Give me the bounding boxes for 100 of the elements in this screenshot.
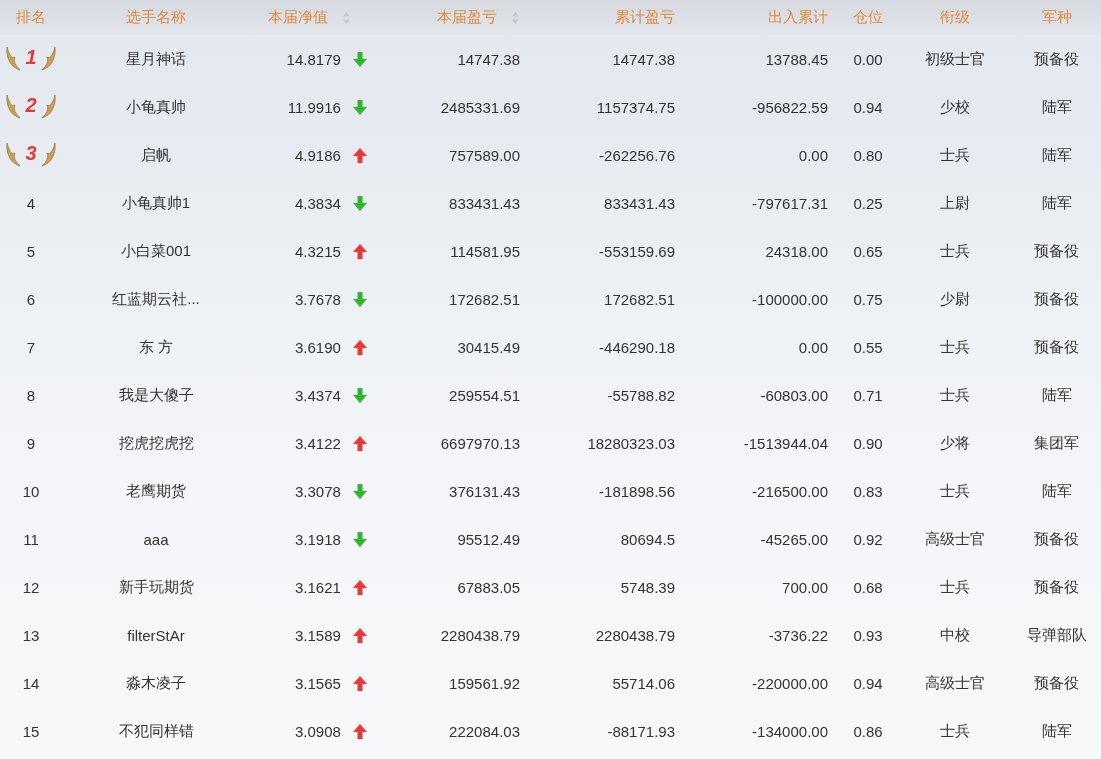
table-cell: 159561.92 — [449, 674, 520, 692]
table-cell: 少将 — [940, 433, 970, 451]
table-cell: 0.86 — [853, 722, 883, 740]
table-cell: 预备役 — [1034, 49, 1079, 67]
table-cell: -220000.00 — [752, 674, 828, 692]
column-header: 衔级 — [940, 8, 970, 25]
player-name: 小龟真帅1 — [121, 193, 191, 211]
table-cell: 士兵 — [940, 577, 970, 595]
table-cell: 陆军 — [1041, 385, 1072, 403]
table-cell: 757589.00 — [449, 146, 520, 164]
table-cell: 0.55 — [853, 338, 883, 356]
table-cell: 预备役 — [1034, 673, 1079, 691]
table-cell: 5748.39 — [620, 578, 675, 596]
rank-number: 6 — [26, 290, 36, 308]
table-cell: 上尉 — [940, 193, 970, 211]
player-name: 小白菜001 — [121, 241, 191, 259]
rank-number: 13 — [22, 626, 40, 644]
table-cell: 2280438.79 — [595, 626, 675, 644]
rank-number: 3 — [25, 142, 37, 165]
player-name: 挖虎挖虎挖 — [118, 433, 194, 451]
net-value: 4.3834 — [294, 194, 341, 212]
table-cell: 士兵 — [940, 481, 970, 499]
net-value: 3.7678 — [294, 290, 341, 308]
table-cell: 集团军 — [1034, 433, 1079, 451]
table-cell: 陆军 — [1041, 193, 1072, 211]
table-cell: 预备役 — [1034, 337, 1079, 355]
table-cell: 700.00 — [782, 578, 828, 596]
table-cell: 222084.03 — [449, 722, 520, 740]
net-value: 3.3078 — [294, 482, 341, 500]
table-cell: 初级士官 — [925, 49, 985, 67]
table-cell: 0.93 — [853, 626, 883, 644]
table-cell: -60803.00 — [760, 386, 828, 404]
table-cell: -216500.00 — [752, 482, 828, 500]
sort-icon[interactable] — [511, 11, 520, 26]
table-cell: 0.94 — [853, 674, 883, 692]
table-cell: 高级士官 — [925, 529, 985, 547]
table-cell: 14747.38 — [612, 50, 675, 68]
table-cell: 833431.43 — [449, 194, 520, 212]
table-cell: 80694.5 — [620, 530, 675, 548]
table-cell: 0.80 — [853, 146, 883, 164]
table-cell: 0.25 — [853, 194, 883, 212]
table-cell: -262256.76 — [599, 146, 675, 164]
table-cell: 2280438.79 — [440, 626, 520, 644]
table-cell: 114581.95 — [450, 242, 520, 260]
player-name: aaa — [143, 530, 169, 548]
table-cell: 67883.05 — [457, 578, 520, 596]
table-cell: 预备役 — [1034, 529, 1079, 547]
table-cell: 376131.43 — [449, 482, 520, 500]
table-cell: 预备役 — [1034, 241, 1079, 259]
table-cell: -553159.69 — [599, 242, 675, 260]
table-cell: 1157374.75 — [596, 98, 675, 116]
wing-icon — [40, 44, 57, 71]
rank-number: 7 — [26, 338, 36, 356]
table-cell: 士兵 — [940, 337, 970, 355]
rank-number: 2 — [25, 94, 37, 117]
net-value: 3.4374 — [294, 386, 341, 404]
player-name: 小龟真帅 — [126, 97, 186, 115]
table-cell: -3736.22 — [768, 626, 828, 644]
player-name: 淼木凌子 — [126, 673, 186, 691]
player-name: 星月神话 — [126, 49, 186, 67]
wing-icon — [40, 140, 57, 167]
table-cell: 士兵 — [940, 241, 970, 259]
player-name: 新手玩期货 — [118, 577, 194, 595]
table-cell: 172682.51 — [604, 290, 675, 308]
net-value: 11.9916 — [287, 98, 341, 116]
sort-icon[interactable] — [342, 11, 351, 26]
table-cell: -100000.00 — [752, 290, 828, 308]
table-cell: 0.65 — [853, 242, 883, 260]
player-name: 不犯同样错 — [118, 721, 194, 739]
table-cell: 0.83 — [853, 482, 883, 500]
rank-number: 14 — [22, 674, 40, 692]
table-cell: 士兵 — [940, 385, 970, 403]
rank-number: 8 — [26, 386, 36, 404]
table-cell: -88171.93 — [607, 722, 675, 740]
rank-number: 11 — [23, 530, 39, 548]
table-cell: -797617.31 — [752, 194, 828, 212]
table-cell: 陆军 — [1041, 481, 1072, 499]
net-value: 3.4122 — [294, 434, 341, 452]
table-cell: 18280323.03 — [587, 434, 675, 452]
rank-number: 5 — [26, 242, 36, 260]
table-cell: 预备役 — [1034, 577, 1079, 595]
net-value: 14.8179 — [286, 50, 341, 68]
table-cell: 导弹部队 — [1026, 625, 1087, 643]
table-cell: 30415.49 — [457, 338, 520, 356]
table-cell: 0.68 — [853, 578, 883, 596]
table-cell: 少尉 — [940, 289, 970, 307]
table-cell: 士兵 — [940, 145, 970, 163]
wing-icon — [5, 92, 22, 119]
net-value: 3.1565 — [294, 674, 341, 692]
table-cell: 0.71 — [853, 386, 883, 404]
column-header: 累计盈亏 — [615, 8, 675, 25]
net-value: 3.1589 — [294, 626, 341, 644]
column-header: 军种 — [1041, 8, 1072, 25]
player-name: 我是大傻子 — [118, 385, 194, 403]
table-cell: 0.00 — [798, 146, 828, 164]
player-name: 东 方 — [138, 337, 174, 355]
table-cell: -181898.56 — [599, 482, 675, 500]
table-cell: 高级士官 — [925, 673, 985, 691]
column-header: 仓位 — [853, 8, 883, 25]
table-cell: 陆军 — [1041, 97, 1072, 115]
